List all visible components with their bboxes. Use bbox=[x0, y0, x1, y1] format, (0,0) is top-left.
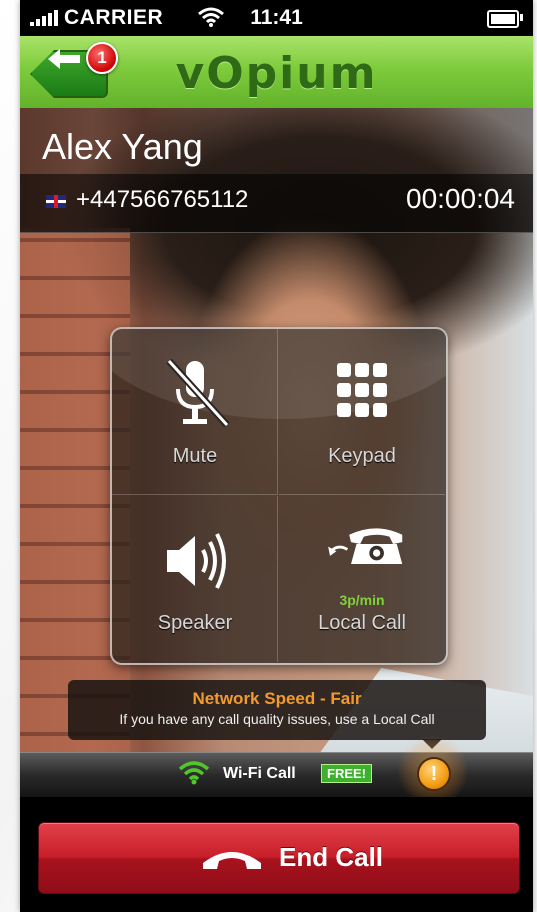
phone-screen: CARRIER 11:41 1 vOpium Alex Yang +447566… bbox=[20, 0, 533, 912]
connection-label: Wi-Fi Call bbox=[223, 765, 296, 782]
speaker-button[interactable]: Speaker bbox=[112, 496, 278, 662]
battery-icon bbox=[487, 10, 519, 28]
local-call-rate: 3p/min bbox=[339, 592, 385, 608]
local-call-button[interactable]: 3p/min Local Call bbox=[279, 496, 445, 662]
network-alert-button[interactable]: ! bbox=[417, 757, 451, 791]
network-speed-message: If you have any call quality issues, use… bbox=[119, 711, 435, 727]
phone-number: +447566765112 bbox=[76, 186, 249, 213]
mute-microphone-icon bbox=[166, 359, 230, 428]
local-call-label: Local Call bbox=[318, 612, 406, 634]
network-speed-banner: Network Speed - Fair If you have any cal… bbox=[68, 680, 486, 740]
keypad-label: Keypad bbox=[328, 445, 396, 467]
hang-up-icon bbox=[203, 852, 261, 869]
call-controls-panel: Mute Keypad Speaker 3p/min Local Call bbox=[110, 327, 448, 665]
mute-label: Mute bbox=[172, 445, 218, 467]
app-header: 1 vOpium bbox=[20, 36, 533, 109]
keypad-button[interactable]: Keypad bbox=[279, 329, 445, 495]
end-call-label: End Call bbox=[279, 842, 384, 872]
free-badge: FREE! bbox=[321, 764, 372, 783]
mute-button[interactable]: Mute bbox=[112, 329, 278, 495]
speaker-icon bbox=[167, 533, 226, 589]
caller-name: Alex Yang bbox=[42, 126, 203, 167]
local-call-phone-icon bbox=[328, 528, 403, 565]
call-timer: 00:00:04 bbox=[406, 183, 515, 214]
keypad-icon bbox=[337, 363, 387, 417]
network-speed-title: Network Speed - Fair bbox=[192, 689, 362, 708]
status-time: 11:41 bbox=[250, 6, 303, 29]
end-call-button[interactable]: End Call bbox=[38, 822, 520, 894]
app-logo: vOpium bbox=[175, 48, 378, 99]
wifi-icon bbox=[178, 761, 210, 785]
status-bar: CARRIER 11:41 bbox=[20, 0, 533, 36]
uk-flag-icon bbox=[46, 195, 66, 208]
speaker-label: Speaker bbox=[157, 612, 233, 634]
